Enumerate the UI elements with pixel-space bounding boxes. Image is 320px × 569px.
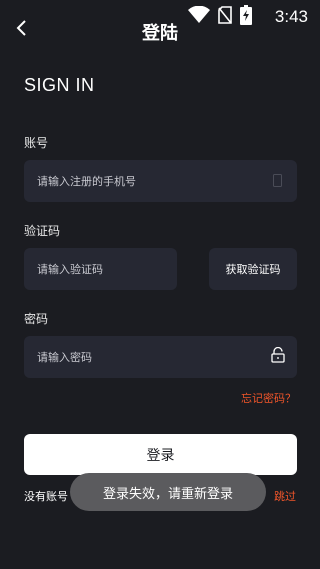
code-label: 验证码 (24, 224, 61, 238)
password-field (24, 336, 297, 378)
account-field (24, 160, 297, 202)
account-label: 账号 (24, 136, 49, 150)
password-label: 密码 (24, 312, 49, 326)
page-title: 登陆 (142, 23, 178, 44)
phone-icon (273, 172, 282, 191)
login-button[interactable]: 登录 (24, 434, 297, 475)
no-account-link[interactable]: 没有账号 (24, 488, 68, 504)
skip-link[interactable]: 跳过 (274, 488, 296, 504)
forgot-password-link[interactable]: 忘记密码？ (241, 390, 296, 406)
sign-in-heading: SIGN IN (24, 75, 95, 95)
code-field (24, 248, 184, 290)
code-input[interactable] (24, 261, 184, 277)
get-code-button[interactable]: 获取验证码 (209, 248, 297, 290)
toast-message: 登录失效，请重新登录 (70, 473, 266, 511)
lock-open-icon[interactable] (271, 346, 285, 367)
account-input[interactable] (24, 173, 273, 189)
password-input[interactable] (24, 349, 271, 365)
